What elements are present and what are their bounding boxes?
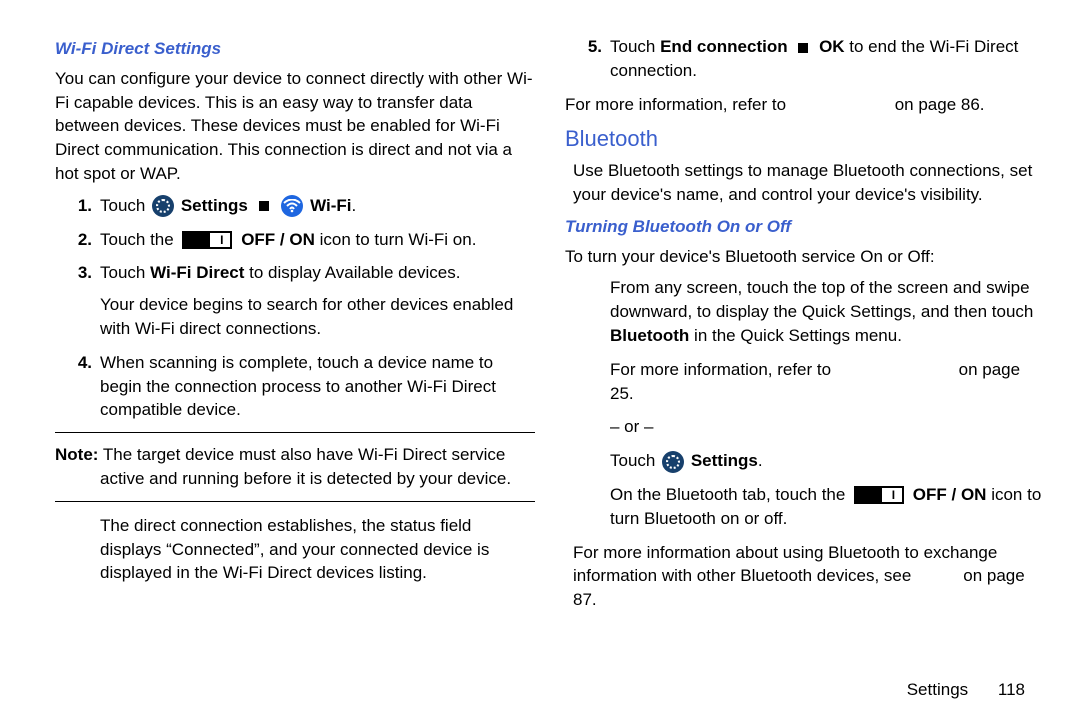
xref-target	[916, 564, 959, 588]
step-body: When scanning is complete, touch a devic…	[100, 351, 535, 422]
xref-line-1: For more information, refer to on page 8…	[565, 93, 1045, 117]
bt-swipe-block: From any screen, touch the top of the sc…	[565, 276, 1045, 347]
page-content: Wi-Fi Direct Settings You can configure …	[0, 0, 1080, 620]
footer-section: Settings	[907, 680, 968, 699]
heading-bluetooth: Bluetooth	[565, 124, 1045, 155]
note-block: Note: The target device must also have W…	[55, 432, 535, 502]
step-number: 3.	[55, 261, 100, 340]
toggle-icon	[854, 486, 904, 504]
gear-icon	[152, 195, 174, 217]
step-number: 4.	[55, 351, 100, 422]
left-column: Wi-Fi Direct Settings You can configure …	[55, 35, 535, 620]
right-column: 5. Touch End connection OK to end the Wi…	[565, 35, 1045, 620]
footer-page-number: 118	[998, 680, 1025, 699]
bt-tab-line: On the Bluetooth tab, touch the OFF / ON…	[565, 483, 1045, 531]
gear-icon	[662, 451, 684, 473]
step3-sub: Your device begins to search for other d…	[100, 293, 535, 341]
step-number: 2.	[55, 228, 100, 252]
heading-wifi-direct: Wi-Fi Direct Settings	[55, 37, 535, 61]
wifi-direct-steps: 1. Touch Settings Wi-Fi. 2. Touch the	[55, 194, 535, 422]
xref-target	[836, 358, 954, 382]
step-body: Touch Wi-Fi Direct to display Available …	[100, 261, 535, 340]
wifi-label: Wi-Fi	[310, 196, 351, 215]
arrow-icon	[259, 201, 269, 211]
bluetooth-intro: Use Bluetooth settings to manage Bluetoo…	[565, 159, 1045, 207]
continued-steps: 5. Touch End connection OK to end the Wi…	[565, 35, 1045, 83]
or-separator: – or –	[565, 415, 1045, 439]
after-note-text: The direct connection establishes, the s…	[55, 514, 535, 585]
arrow-icon	[798, 43, 808, 53]
settings-label: Settings	[181, 196, 248, 215]
step-number: 5.	[565, 35, 610, 83]
toggle-icon	[182, 231, 232, 249]
note-label: Note:	[55, 445, 98, 464]
bt-more-info: For more information about using Bluetoo…	[565, 541, 1045, 612]
wifi-direct-intro: You can configure your device to connect…	[55, 67, 535, 186]
page-footer: Settings 118	[907, 678, 1025, 702]
note-text: The target device must also have Wi-Fi D…	[98, 445, 511, 488]
heading-bt-onoff: Turning Bluetooth On or Off	[565, 215, 1045, 239]
step-body: Touch the OFF / ON icon to turn Wi-Fi on…	[100, 228, 535, 252]
bt-xref2: For more information, refer to on page 2…	[565, 358, 1045, 406]
bt-turn-intro: To turn your device's Bluetooth service …	[565, 245, 1045, 269]
step-number: 1.	[55, 194, 100, 218]
wifi-icon	[281, 195, 303, 217]
xref-target	[791, 93, 890, 117]
step-body: Touch Settings Wi-Fi.	[100, 194, 535, 218]
step-body: Touch End connection OK to end the Wi-Fi…	[610, 35, 1045, 83]
touch-settings-line: Touch Settings.	[565, 449, 1045, 473]
